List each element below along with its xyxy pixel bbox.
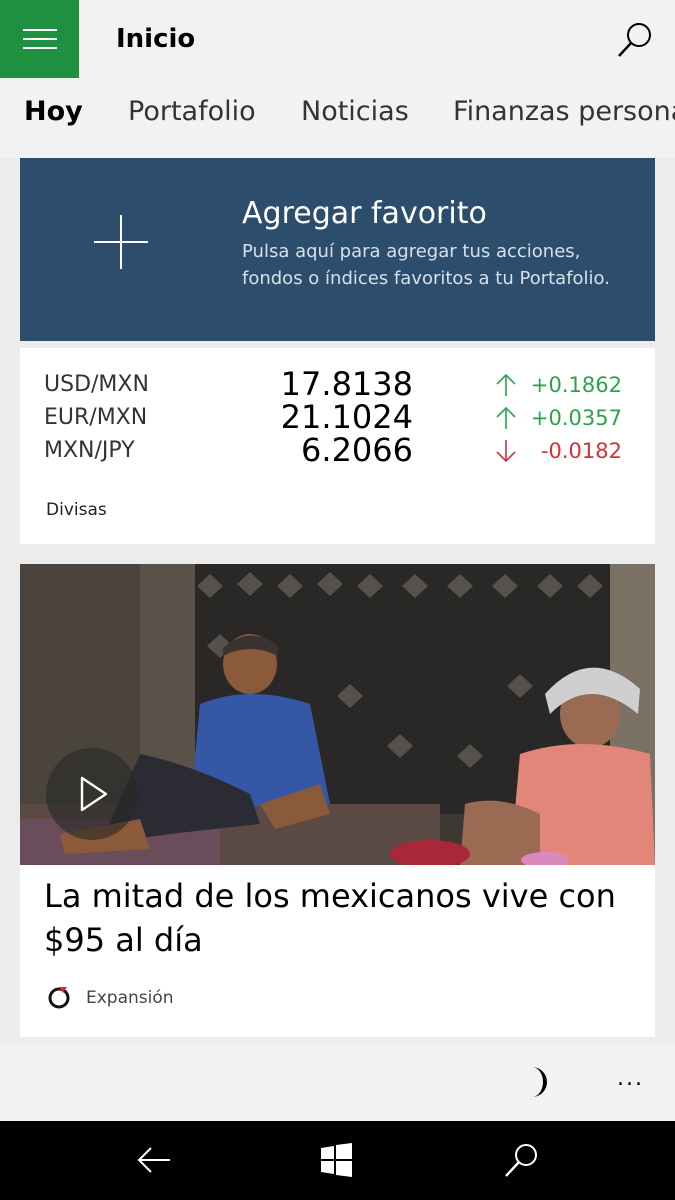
search-nav-button[interactable] bbox=[501, 1140, 541, 1180]
plus-icon bbox=[94, 215, 148, 269]
moon-icon bbox=[532, 1067, 547, 1097]
arrow-up-icon bbox=[496, 406, 516, 429]
currency-value: 21.1024 bbox=[280, 398, 413, 436]
tab-finanzas-personales[interactable]: Finanzas personales bbox=[453, 94, 675, 130]
back-icon bbox=[137, 1147, 170, 1173]
tab-portafolio[interactable]: Portafolio bbox=[128, 94, 256, 130]
tab-noticias[interactable]: Noticias bbox=[301, 94, 409, 130]
currency-row: MXN/JPY 6.2066 -0.0182 bbox=[20, 431, 655, 469]
currency-row: USD/MXN 17.8138 +0.1862 bbox=[20, 365, 655, 403]
more-options-button[interactable]: ... bbox=[617, 1068, 644, 1090]
currency-value: 6.2066 bbox=[301, 431, 413, 469]
theme-toggle-button[interactable] bbox=[526, 1065, 554, 1099]
news-card[interactable]: La mitad de los mexicanos vive con $95 a… bbox=[20, 564, 655, 1037]
tab-hoy[interactable]: Hoy bbox=[24, 94, 83, 130]
add-favorite-card[interactable]: Agregar favorito Pulsa aquí para agregar… bbox=[20, 158, 655, 341]
currency-pair: EUR/MXN bbox=[44, 405, 148, 430]
news-source: Expansión bbox=[86, 988, 174, 1008]
back-button[interactable] bbox=[134, 1140, 174, 1180]
expansion-logo-icon bbox=[48, 987, 70, 1009]
currency-change: +0.1862 bbox=[530, 373, 622, 397]
currencies-card[interactable]: USD/MXN 17.8138 +0.1862 EUR/MXN 21.1024 … bbox=[20, 348, 655, 544]
hamburger-menu-icon bbox=[22, 29, 57, 49]
arrow-up-icon bbox=[496, 373, 516, 396]
play-button[interactable] bbox=[46, 748, 138, 840]
hamburger-menu-button[interactable] bbox=[0, 0, 79, 78]
system-navigation-bar bbox=[0, 1121, 675, 1200]
search-button[interactable] bbox=[612, 18, 658, 62]
currency-row: EUR/MXN 21.1024 +0.0357 bbox=[20, 398, 655, 436]
currency-value: 17.8138 bbox=[280, 365, 413, 403]
app-header: Inicio bbox=[0, 0, 675, 78]
currency-change: -0.0182 bbox=[540, 439, 622, 463]
arrow-down-icon bbox=[496, 440, 516, 463]
currency-pair: USD/MXN bbox=[44, 372, 149, 397]
search-icon bbox=[618, 23, 651, 57]
add-favorite-title: Agregar favorito bbox=[242, 196, 487, 231]
add-favorite-description: Pulsa aquí para agregar tus acciones, fo… bbox=[242, 241, 610, 289]
currency-pair: MXN/JPY bbox=[44, 438, 135, 463]
play-icon bbox=[80, 776, 108, 812]
news-headline[interactable]: La mitad de los mexicanos vive con $95 a… bbox=[44, 874, 634, 962]
search-icon bbox=[505, 1144, 537, 1177]
app-bar: ... bbox=[0, 1043, 675, 1121]
page-title: Inicio bbox=[116, 24, 196, 54]
pivot-tabs: Hoy Portafolio Noticias Finanzas persona… bbox=[0, 78, 675, 158]
news-video-thumbnail[interactable] bbox=[20, 564, 655, 865]
currency-change: +0.0357 bbox=[530, 406, 622, 430]
currencies-label: Divisas bbox=[46, 500, 107, 520]
start-button[interactable] bbox=[317, 1140, 357, 1180]
windows-start-icon bbox=[321, 1143, 352, 1177]
